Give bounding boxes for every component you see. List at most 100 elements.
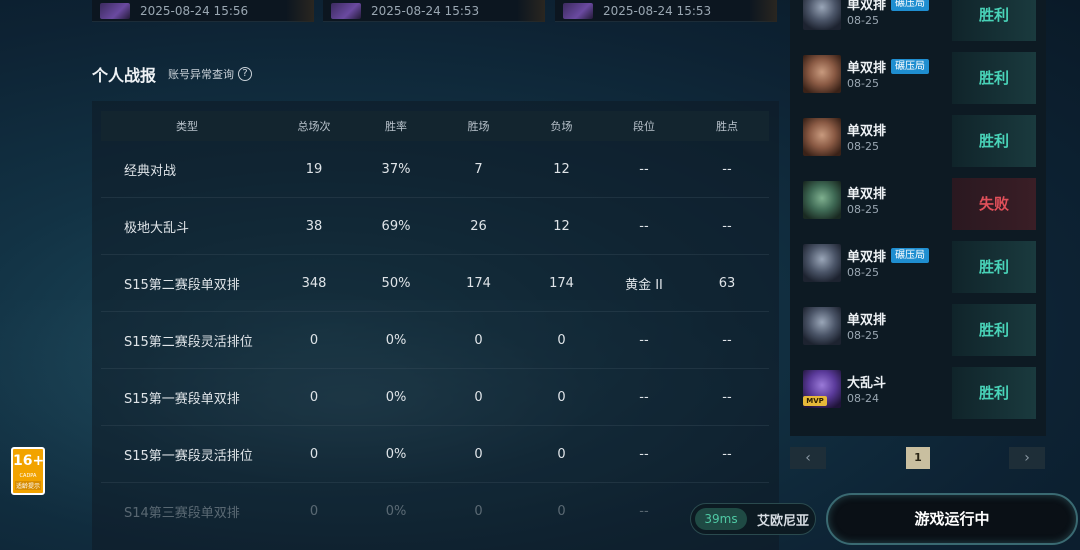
game-running-button[interactable]: 游戏运行中	[826, 493, 1078, 545]
cell-total: 19	[305, 161, 323, 177]
match-item[interactable]: MVP 大乱斗 08-24 胜利	[790, 358, 1046, 419]
cell-type: S14第三赛段单双排	[124, 506, 240, 521]
page-title: 个人战报	[92, 66, 157, 85]
history-card-time: 2025-08-24 15:53	[371, 3, 480, 18]
column-header-wins: 胜场	[467, 120, 490, 133]
champion-thumbnail	[331, 2, 361, 19]
match-date: 08-25	[847, 266, 879, 279]
match-item[interactable]: 单双排 碾压局 08-25 胜利	[790, 43, 1046, 104]
stomp-badge: 碾压局	[891, 248, 929, 263]
match-date: 08-25	[847, 140, 879, 153]
ping-indicator: 39ms	[695, 508, 747, 530]
cell-wins: 0	[474, 504, 483, 519]
match-result: 胜利	[952, 0, 1036, 41]
table-row: S15第一赛段灵活排位 0 0% 0 0 -- --	[101, 426, 769, 483]
match-mode: 单双排	[847, 124, 887, 139]
match-mode: 单双排	[847, 250, 887, 265]
cell-winrate: 0%	[385, 446, 407, 462]
cell-winrate: 69%	[381, 218, 411, 234]
cell-losses: 0	[557, 446, 566, 462]
cell-wins: 0	[474, 446, 483, 462]
cell-total: 0	[309, 389, 319, 405]
cell-rank: --	[639, 389, 649, 405]
history-card-art	[286, 0, 314, 22]
cell-losses: 0	[557, 389, 566, 405]
match-history-list: 单双排 碾压局 08-25 胜利 单双排 碾压局 08-25 胜利 单双排 08…	[790, 0, 1046, 436]
history-card[interactable]: 2025-08-24 15:53	[323, 0, 545, 22]
champion-avatar	[803, 244, 841, 282]
cell-points: --	[722, 389, 732, 405]
mvp-badge: MVP	[803, 396, 827, 406]
history-card-art	[517, 0, 545, 22]
table-header: 类型 总场次 胜率 胜场 负场 段位 胜点	[101, 111, 769, 141]
match-item[interactable]: 单双排 08-25 胜利	[790, 295, 1046, 356]
cell-points: 63	[718, 275, 736, 291]
cell-losses: 174	[549, 275, 574, 291]
champion-avatar	[803, 307, 841, 345]
match-result: 胜利	[952, 52, 1036, 104]
server-status[interactable]: 39ms 艾欧尼亚	[690, 503, 816, 535]
champion-thumbnail	[100, 2, 130, 19]
cell-total: 0	[309, 504, 319, 519]
column-header-points: 胜点	[716, 120, 738, 133]
cell-type: S15第二赛段灵活排位	[124, 334, 253, 350]
server-name: 艾欧尼亚	[757, 513, 810, 529]
current-page-indicator[interactable]: 1	[906, 447, 930, 469]
history-card-art	[749, 0, 777, 22]
age-rating-label: 适龄提示	[15, 481, 41, 490]
match-item[interactable]: 单双排 08-25 胜利	[790, 106, 1046, 167]
champion-avatar	[803, 181, 841, 219]
cell-total: 0	[309, 332, 319, 348]
champion-avatar	[803, 55, 841, 93]
cell-losses: 12	[553, 161, 570, 177]
match-mode: 单双排	[847, 313, 887, 328]
age-rating-number: 16+	[13, 453, 45, 469]
match-mode: 单双排	[847, 0, 887, 13]
personal-report-header: 个人战报 账号异常查询 ?	[92, 62, 253, 86]
table-row: 极地大乱斗 38 69% 26 12 -- --	[101, 198, 769, 255]
account-check-link[interactable]: 账号异常查询	[168, 66, 234, 82]
cell-points: --	[722, 218, 732, 234]
cell-rank: --	[639, 161, 649, 177]
cell-type: S15第一赛段灵活排位	[124, 448, 253, 464]
cell-total: 0	[309, 446, 319, 462]
table-row: S15第二赛段灵活排位 0 0% 0 0 -- --	[101, 312, 769, 369]
cell-wins: 174	[466, 275, 491, 291]
match-date: 08-25	[847, 14, 879, 27]
next-page-button[interactable]: ›	[1009, 447, 1045, 469]
cell-type: 经典对战	[124, 163, 177, 179]
match-result: 胜利	[952, 304, 1036, 356]
history-card[interactable]: 2025-08-24 15:53	[555, 0, 777, 22]
match-mode: 大乱斗	[847, 376, 887, 391]
match-result: 失败	[952, 178, 1036, 230]
match-date: 08-25	[847, 77, 879, 90]
column-header-losses: 负场	[550, 120, 573, 133]
column-header-type: 类型	[176, 120, 198, 133]
match-item[interactable]: 单双排 碾压局 08-25 胜利	[790, 0, 1046, 41]
table-row: S15第一赛段单双排 0 0% 0 0 -- --	[101, 369, 769, 426]
cell-points: --	[722, 446, 732, 462]
champion-avatar	[803, 0, 841, 30]
cell-winrate: 0%	[385, 332, 407, 348]
stomp-badge: 碾压局	[891, 59, 929, 74]
cell-losses: 0	[557, 332, 566, 348]
cell-total: 348	[301, 275, 327, 291]
history-card-time: 2025-08-24 15:53	[603, 3, 712, 18]
match-item[interactable]: 单双排 08-25 失败	[790, 169, 1046, 230]
cell-winrate: 37%	[381, 161, 411, 177]
cell-rank: 黄金 II	[625, 277, 663, 293]
help-icon[interactable]: ?	[238, 67, 253, 81]
cell-wins: 0	[474, 332, 483, 348]
history-card[interactable]: 2025-08-24 15:56	[92, 0, 314, 22]
history-card-time: 2025-08-24 15:56	[140, 3, 249, 18]
match-item[interactable]: 单双排 碾压局 08-25 胜利	[790, 232, 1046, 293]
cell-winrate: 50%	[381, 275, 411, 291]
match-result: 胜利	[952, 241, 1036, 293]
match-result: 胜利	[952, 115, 1036, 167]
prev-page-button[interactable]: ‹	[790, 447, 826, 469]
cell-type: S15第一赛段单双排	[124, 391, 240, 407]
column-header-rank: 段位	[633, 120, 655, 133]
match-mode: 单双排	[847, 187, 887, 202]
match-result: 胜利	[952, 367, 1036, 419]
cell-rank: --	[639, 332, 649, 348]
